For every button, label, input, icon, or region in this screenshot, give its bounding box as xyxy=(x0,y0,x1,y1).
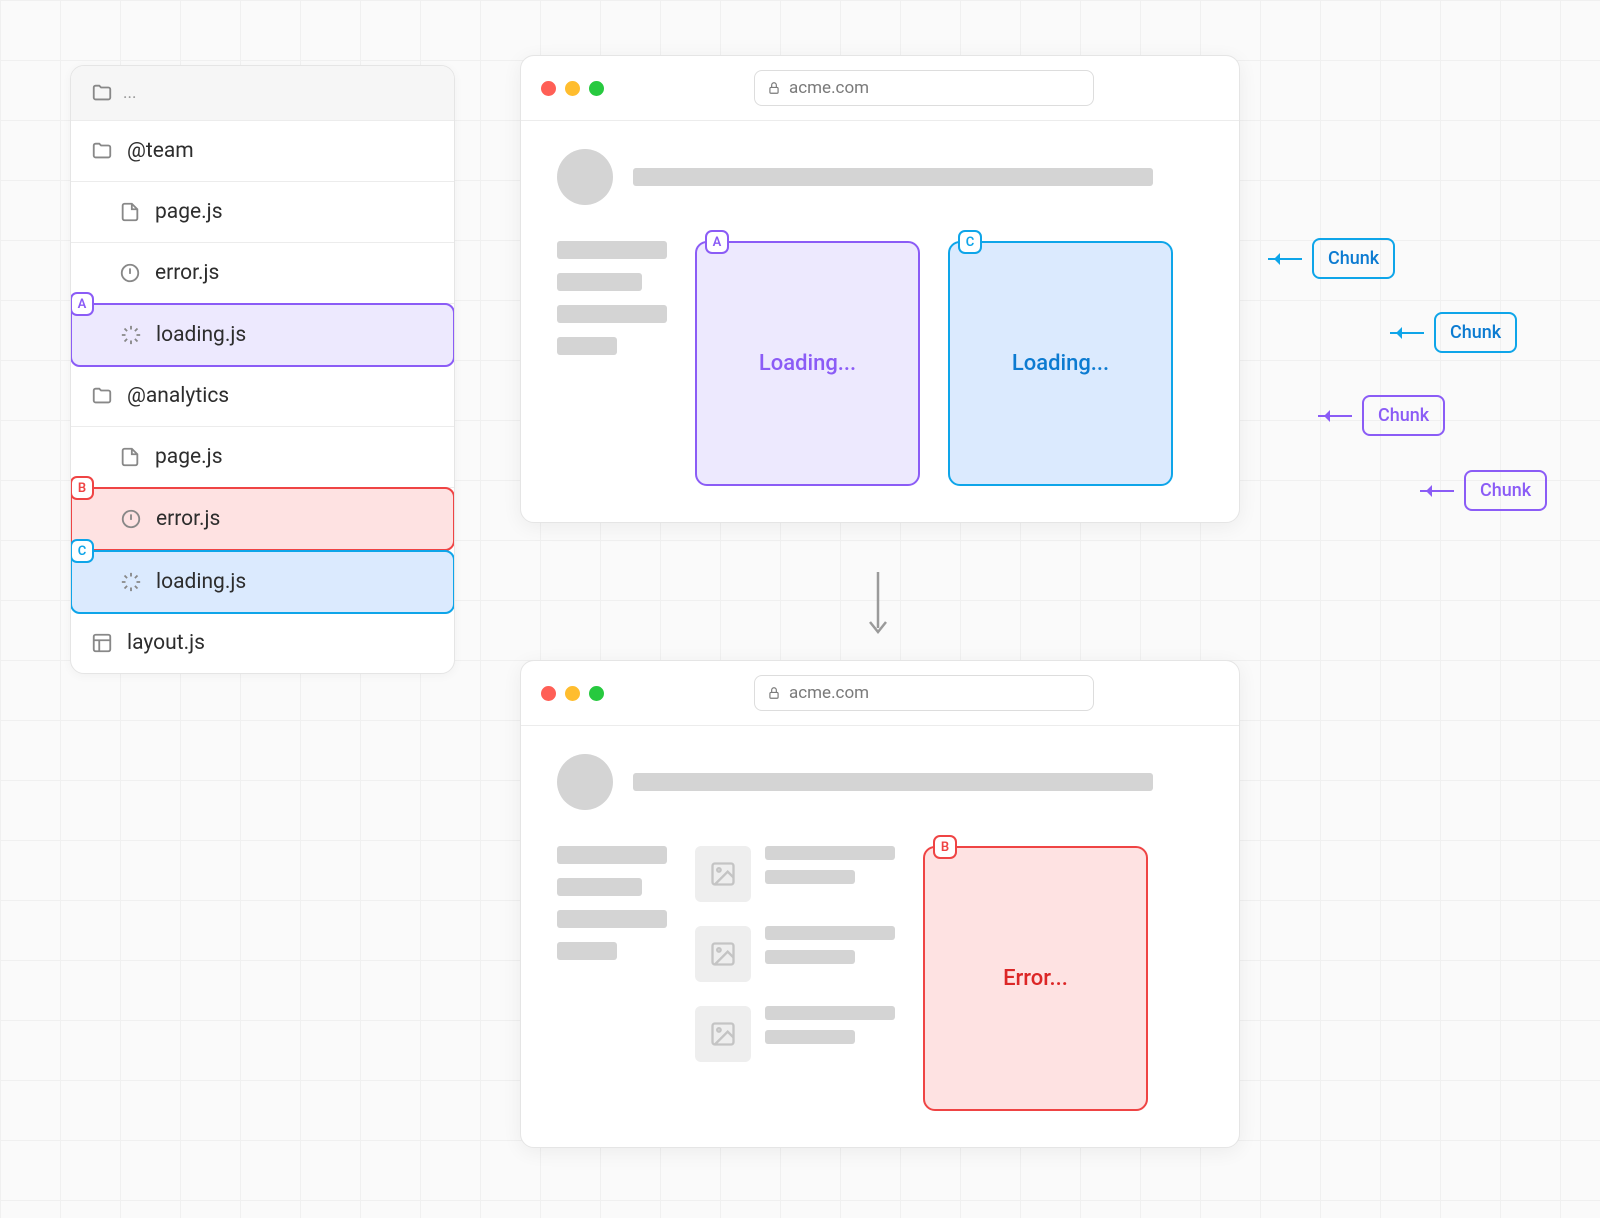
arrow-left-icon xyxy=(1268,258,1302,260)
file-row-error-b: B error.js xyxy=(70,487,455,551)
address-bar: acme.com xyxy=(754,70,1094,106)
browser-window-bottom: acme.com xyxy=(520,660,1240,1148)
file-row-loading-a: A loading.js xyxy=(70,303,455,367)
chunk-indicator: Chunk xyxy=(1420,470,1547,511)
image-icon xyxy=(695,1006,751,1062)
file-label: loading.js xyxy=(156,570,246,594)
file-explorer: ... @team page.js error.js A loading.js … xyxy=(70,65,455,674)
chunk-label: Chunk xyxy=(1464,470,1547,511)
file-label: page.js xyxy=(155,200,223,224)
lock-icon xyxy=(767,686,781,700)
url-text: acme.com xyxy=(789,683,869,703)
file-label: page.js xyxy=(155,445,223,469)
chunk-label: Chunk xyxy=(1362,395,1445,436)
traffic-lights xyxy=(541,686,604,701)
file-row-error: error.js xyxy=(71,243,454,304)
address-bar: acme.com xyxy=(754,675,1094,711)
file-row-page-2: page.js xyxy=(71,427,454,488)
zoom-dot-icon xyxy=(589,81,604,96)
traffic-lights xyxy=(541,81,604,96)
card-text: Loading... xyxy=(759,351,856,376)
file-label: error.js xyxy=(156,507,220,531)
skeleton-bar xyxy=(633,168,1153,186)
error-icon xyxy=(120,508,142,530)
image-icon xyxy=(695,846,751,902)
url-text: acme.com xyxy=(789,78,869,98)
badge-a: A xyxy=(70,292,94,316)
browser-window-top: acme.com A Loading... C xyxy=(520,55,1240,523)
image-icon xyxy=(695,926,751,982)
arrow-left-icon xyxy=(1318,415,1352,417)
avatar-icon xyxy=(557,149,613,205)
arrow-left-icon xyxy=(1390,332,1424,334)
badge: B xyxy=(933,835,957,859)
loading-card-a: A Loading... xyxy=(695,241,920,486)
content-list xyxy=(695,846,895,1111)
arrow-left-icon xyxy=(1420,490,1454,492)
chunk-label: Chunk xyxy=(1434,312,1517,353)
file-label: loading.js xyxy=(156,323,246,347)
file-explorer-header: ... xyxy=(71,66,454,121)
skeleton-sidebar xyxy=(557,846,667,1111)
chunk-indicator: Chunk xyxy=(1318,395,1445,436)
file-label: @team xyxy=(127,139,194,163)
skeleton-header xyxy=(557,754,1203,810)
arrow-down-icon xyxy=(862,570,894,640)
skeleton-bar xyxy=(633,773,1153,791)
error-card-b: B Error... xyxy=(923,846,1148,1111)
card-text: Loading... xyxy=(1012,351,1109,376)
file-icon xyxy=(119,201,141,223)
browser-body: A Loading... C Loading... xyxy=(521,121,1239,522)
folder-icon xyxy=(91,82,113,104)
file-label: @analytics xyxy=(127,384,229,408)
minimize-dot-icon xyxy=(565,686,580,701)
lock-icon xyxy=(767,81,781,95)
folder-icon xyxy=(91,140,113,162)
skeleton-sidebar xyxy=(557,241,667,486)
badge: C xyxy=(958,230,982,254)
browser-chrome: acme.com xyxy=(521,56,1239,121)
folder-icon xyxy=(91,385,113,407)
badge-b: B xyxy=(70,476,94,500)
layout-icon xyxy=(91,632,113,654)
zoom-dot-icon xyxy=(589,686,604,701)
file-row-page: page.js xyxy=(71,182,454,243)
spinner-icon xyxy=(120,324,142,346)
error-icon xyxy=(119,262,141,284)
close-dot-icon xyxy=(541,686,556,701)
browser-body: B Error... xyxy=(521,726,1239,1147)
file-row-layout: layout.js xyxy=(71,613,454,673)
chunk-indicator: Chunk xyxy=(1390,312,1517,353)
list-item xyxy=(695,1006,895,1062)
spinner-icon xyxy=(120,571,142,593)
loading-card-c: C Loading... xyxy=(948,241,1173,486)
minimize-dot-icon xyxy=(565,81,580,96)
file-row-loading-c: C loading.js xyxy=(70,550,455,614)
badge: A xyxy=(705,230,729,254)
file-icon xyxy=(119,446,141,468)
avatar-icon xyxy=(557,754,613,810)
chunk-indicator: Chunk xyxy=(1268,238,1395,279)
chunk-label: Chunk xyxy=(1312,238,1395,279)
file-row-team: @team xyxy=(71,121,454,182)
card-text: Error... xyxy=(1003,966,1068,991)
file-label: layout.js xyxy=(127,631,205,655)
list-item xyxy=(695,846,895,902)
browser-chrome: acme.com xyxy=(521,661,1239,726)
skeleton-header xyxy=(557,149,1203,205)
file-row-analytics: @analytics xyxy=(71,366,454,427)
list-item xyxy=(695,926,895,982)
badge-c: C xyxy=(70,539,94,563)
header-dots: ... xyxy=(123,83,136,103)
close-dot-icon xyxy=(541,81,556,96)
file-label: error.js xyxy=(155,261,219,285)
